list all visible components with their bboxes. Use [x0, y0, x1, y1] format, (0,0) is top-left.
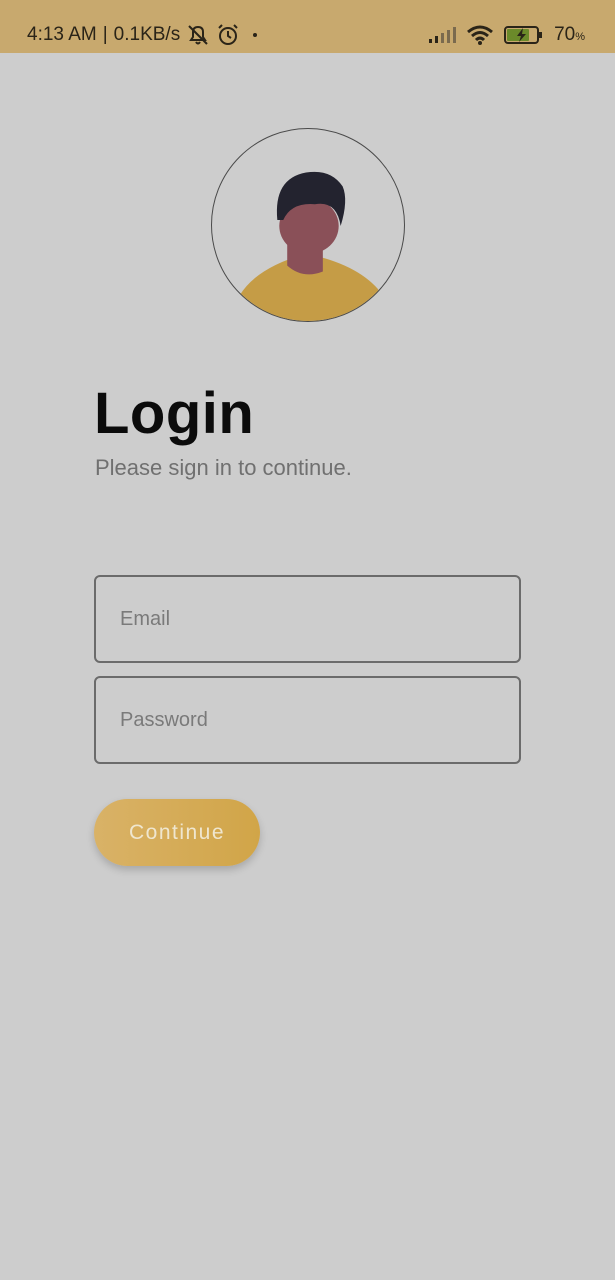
mute-icon: [188, 25, 208, 45]
email-field[interactable]: [94, 575, 521, 663]
signal-icon: [429, 27, 457, 43]
wifi-icon: [467, 25, 494, 45]
email-input[interactable]: [96, 577, 519, 661]
user-avatar-illustration: [239, 171, 379, 321]
status-left: 4:13 AM | 0.1KB/s: [27, 24, 264, 46]
dot-icon: [253, 33, 258, 37]
continue-button[interactable]: Continue: [94, 799, 260, 866]
status-right: 70%: [428, 24, 585, 46]
alarm-icon: [218, 24, 238, 45]
avatar: [211, 128, 405, 322]
battery-charging-icon: [504, 26, 543, 44]
status-time: 4:13 AM: [27, 24, 97, 45]
page-subtitle: Please sign in to continue.: [95, 455, 352, 480]
status-separator: |: [102, 24, 108, 45]
network-speed: 0.1KB/s: [113, 24, 181, 45]
password-field[interactable]: [94, 676, 521, 764]
page-title: Login: [94, 381, 255, 446]
status-bar: 4:13 AM | 0.1KB/s 70%: [0, 0, 615, 53]
battery-percent: 70%: [554, 24, 585, 45]
password-input[interactable]: [96, 678, 519, 762]
